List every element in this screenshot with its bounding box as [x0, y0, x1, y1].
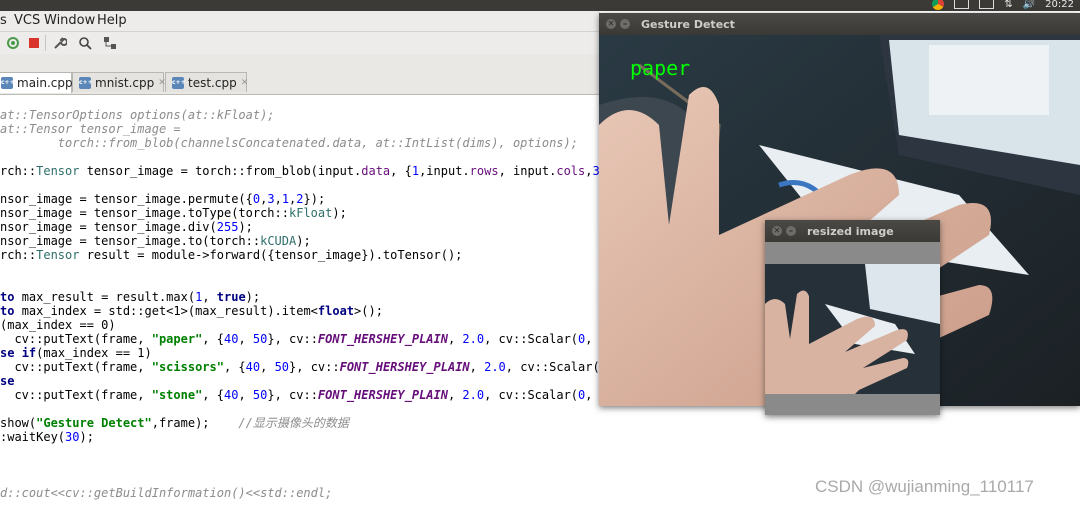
keyboard-icon-2[interactable] — [979, 0, 995, 9]
code-line[interactable]: se — [0, 374, 14, 388]
search-icon[interactable] — [78, 36, 92, 50]
menu-item-tools[interactable]: s — [0, 13, 7, 28]
window-title-bar[interactable]: ✕ – Gesture Detect — [599, 13, 1080, 35]
image-padding-top — [765, 242, 940, 264]
network-icon[interactable]: ⇅ — [1004, 0, 1012, 10]
code-line[interactable]: nsor_image = tensor_image.to(torch::kCUD… — [0, 234, 311, 248]
cpp-file-icon: c++ — [79, 76, 93, 89]
menu-bar: s VCS Window Help — [0, 11, 600, 32]
code-line[interactable]: nsor_image = tensor_image.toType(torch::… — [0, 206, 347, 220]
window-title-bar[interactable]: ✕ – resized image — [765, 220, 940, 242]
code-line[interactable]: at::TensorOptions options(at::kFloat); — [0, 108, 275, 122]
clock[interactable]: 20:22 — [1045, 0, 1074, 10]
tab-main-cpp[interactable]: c++ main.cpp ✕ — [0, 72, 84, 93]
close-icon[interactable]: ✕ — [772, 226, 782, 236]
resized-camera-frame — [765, 264, 940, 394]
resized-image-window[interactable]: ✕ – resized image — [765, 220, 940, 415]
toolbar — [0, 32, 600, 55]
tab-label: test.cpp — [188, 75, 237, 90]
code-line[interactable]: cv::putText(frame, "scissors", {40, 50},… — [0, 360, 628, 374]
tab-label: mnist.cpp — [95, 75, 155, 90]
window-title: Gesture Detect — [641, 18, 735, 31]
code-line[interactable]: rch::Tensor tensor_image = torch::from_b… — [0, 164, 621, 178]
code-line[interactable]: to max_index = std::get<1>(max_result).i… — [0, 304, 383, 318]
toolbar-separator — [45, 35, 46, 51]
wrench-icon[interactable] — [53, 36, 67, 50]
code-line[interactable]: :waitKey(30); — [0, 430, 94, 444]
watermark: CSDN @wujianming_110117 — [815, 477, 1034, 496]
keyboard-icon[interactable] — [954, 0, 970, 9]
close-icon[interactable]: ✕ — [241, 78, 249, 88]
stop-icon[interactable] — [27, 36, 41, 50]
debug-icon[interactable] — [6, 36, 20, 50]
system-top-bar: ⇅ 🔊 20:22 — [0, 0, 1080, 11]
cpp-file-icon: c++ — [172, 76, 186, 89]
system-indicators: ⇅ 🔊 20:22 — [932, 0, 1074, 11]
code-line[interactable]: torch::from_blob(channelsConcatenated.da… — [0, 136, 578, 150]
image-padding-bottom — [765, 394, 940, 415]
menu-item-window[interactable]: Window — [44, 13, 95, 28]
volume-icon[interactable]: 🔊 — [1023, 0, 1035, 10]
code-line[interactable]: (max_index == 0) — [0, 318, 116, 332]
code-line[interactable]: d::cout<<cv::getBuildInformation()<<std:… — [0, 486, 332, 500]
code-line[interactable]: cv::putText(frame, "stone", {40, 50}, cv… — [0, 388, 621, 402]
minimize-icon[interactable]: – — [786, 226, 796, 236]
menu-item-help[interactable]: Help — [97, 13, 127, 28]
cpp-file-icon: c++ — [1, 77, 15, 89]
code-line[interactable]: to max_result = result.max(1, true); — [0, 290, 260, 304]
window-title: resized image — [807, 225, 894, 238]
code-line[interactable]: cv::putText(frame, "paper", {40, 50}, cv… — [0, 332, 621, 346]
editor-tab-bar: c++ main.cpp ✕ c++ mnist.cpp ✕ c++ test.… — [0, 54, 600, 95]
code-line[interactable]: nsor_image = tensor_image.div(255); — [0, 220, 253, 234]
tab-test-cpp[interactable]: c++ test.cpp ✕ — [165, 72, 249, 92]
code-line[interactable]: rch::Tensor result = module->forward({te… — [0, 248, 462, 262]
code-line[interactable]: at::Tensor tensor_image = — [0, 122, 181, 136]
code-line[interactable]: nsor_image = tensor_image.permute({0,3,1… — [0, 192, 325, 206]
tab-label: main.cpp — [17, 76, 73, 90]
close-icon[interactable]: ✕ — [606, 19, 616, 29]
menu-item-vcs[interactable]: VCS — [14, 13, 40, 28]
prediction-label: paper — [630, 56, 690, 80]
chrome-icon[interactable] — [932, 0, 945, 10]
structure-icon[interactable] — [103, 36, 117, 50]
tab-mnist-cpp[interactable]: c++ mnist.cpp ✕ — [72, 72, 166, 92]
minimize-icon[interactable]: – — [620, 19, 630, 29]
code-line[interactable]: se if(max_index == 1) — [0, 346, 152, 360]
code-line[interactable]: show("Gesture Detect",frame); //显示摄像头的数据 — [0, 416, 349, 430]
